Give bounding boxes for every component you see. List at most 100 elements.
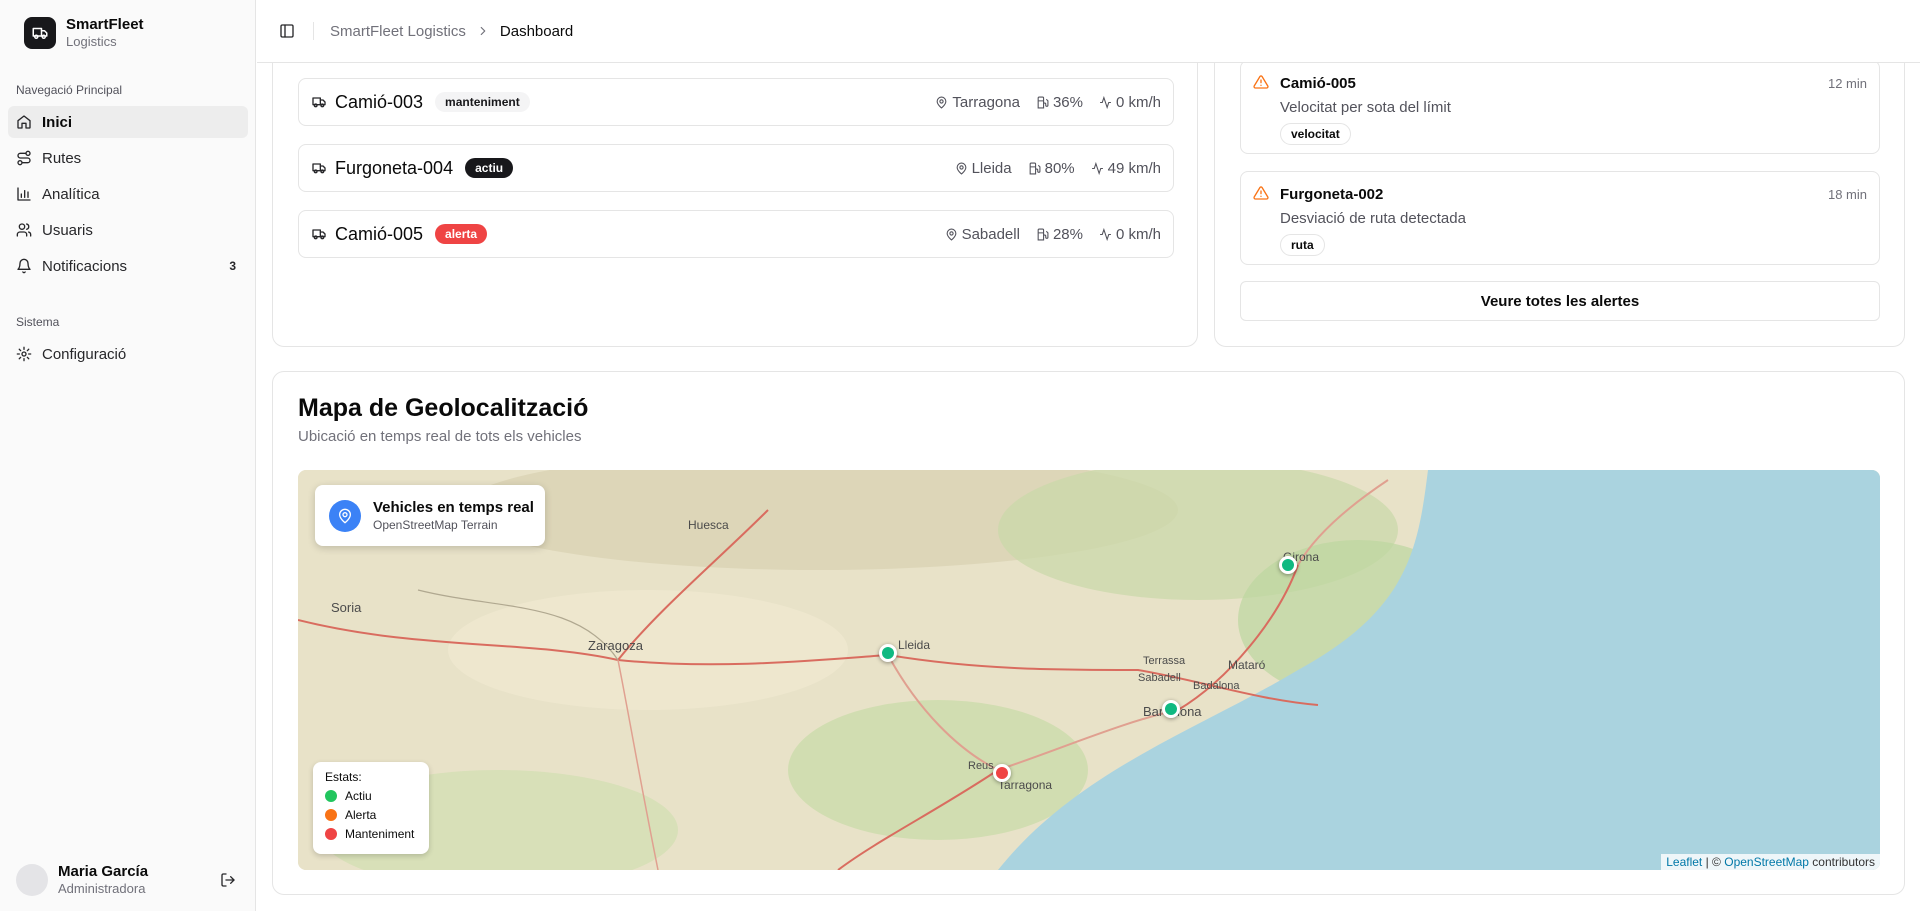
- alert-time: 12 min: [1827, 76, 1867, 91]
- vehicle-name: Furgoneta-004: [335, 157, 454, 178]
- activity-icon: [1100, 227, 1111, 241]
- legend-dot: [325, 828, 337, 840]
- brand-subtitle: Logistics: [66, 34, 117, 49]
- legend-label: Alerta: [345, 808, 377, 822]
- map-pin-icon: [946, 228, 956, 241]
- city-label: Sabadell: [1138, 672, 1181, 684]
- map-pin-icon: [937, 96, 947, 109]
- vehicle-speed: 49 km/h: [1107, 159, 1161, 177]
- vehicle-speed: 0 km/h: [1115, 93, 1161, 111]
- vehicle-location: Sabadell: [961, 225, 1020, 243]
- location-pin-icon: [329, 499, 361, 532]
- alert-title: Furgoneta-002: [1280, 186, 1384, 203]
- breadcrumb-root[interactable]: SmartFleet Logistics: [330, 23, 466, 40]
- activity-icon: [1091, 161, 1103, 175]
- vehicle-name: Camió-003: [335, 91, 424, 112]
- sidebar-item-configuracio[interactable]: Configuració: [8, 338, 248, 370]
- truck-logo-icon: [24, 16, 56, 49]
- activity-icon: [1100, 95, 1111, 109]
- legend-label: Actiu: [345, 789, 372, 803]
- truck-icon: [312, 97, 326, 108]
- map-panel-title: Vehicles en temps real: [373, 498, 534, 516]
- map-info-panel: Vehicles en temps real OpenStreetMap Ter…: [315, 485, 545, 546]
- sidebar-item-label: Configuració: [42, 345, 127, 363]
- logout-button[interactable]: [216, 868, 240, 892]
- vehicle-marker[interactable]: [879, 644, 897, 662]
- status-badge: manteniment: [435, 92, 530, 112]
- nav-group-label-system: Sistema: [16, 315, 60, 329]
- truck-icon: [312, 163, 326, 174]
- map-title: Mapa de Geolocalització: [298, 394, 589, 422]
- map-panel-subtitle: OpenStreetMap Terrain: [373, 517, 498, 532]
- sidebar-item-analitica[interactable]: Analítica: [8, 178, 248, 210]
- vehicle-fuel: 80%: [1044, 159, 1075, 177]
- sidebar-item-label: Inici: [42, 113, 73, 131]
- city-label: Soria: [331, 600, 362, 615]
- alert-item[interactable]: Camió-005 12 min Velocitat per sota del …: [1240, 60, 1880, 154]
- vehicle-location: Tarragona: [952, 93, 1020, 111]
- map-card: Mapa de Geolocalització Ubicació en temp…: [272, 371, 1905, 895]
- legend-item: Manteniment: [325, 827, 417, 841]
- legend-item: Alerta: [325, 808, 417, 822]
- top-header: SmartFleet Logistics Dashboard: [257, 0, 1920, 63]
- status-badge: alerta: [435, 224, 488, 244]
- openstreetmap-link[interactable]: OpenStreetMap: [1724, 855, 1809, 869]
- city-label: Mataró: [1228, 658, 1266, 672]
- sidebar-item-inici[interactable]: Inici: [8, 106, 248, 138]
- main-nav: Inici Rutes Analítica Usuaris Notificaci…: [8, 106, 248, 286]
- alert-description: Velocitat per sota del límit: [1280, 99, 1451, 116]
- legend-title: Estats:: [325, 770, 362, 784]
- alert-item[interactable]: Furgoneta-002 18 min Desviació de ruta d…: [1240, 171, 1880, 265]
- nav-group-label-main: Navegació Principal: [16, 83, 123, 97]
- sidebar-item-label: Rutes: [42, 149, 82, 167]
- logout-icon: [221, 873, 235, 887]
- attribution-separator: | ©: [1705, 855, 1721, 869]
- bar-chart-icon: [17, 187, 31, 201]
- vehicle-speed: 0 km/h: [1115, 225, 1161, 243]
- vehicle-row[interactable]: Furgoneta-004 actiu Lleida 80% 49 km/h: [298, 144, 1174, 192]
- vehicle-marker[interactable]: [1279, 556, 1297, 574]
- brand[interactable]: SmartFleet Logistics: [24, 16, 144, 49]
- vehicles-card: Camió-003 manteniment Tarragona 36% 0 km…: [272, 30, 1198, 347]
- alert-tag: velocitat: [1280, 123, 1351, 145]
- fuel-icon: [1037, 96, 1049, 108]
- sidebar-toggle-button[interactable]: [273, 17, 301, 45]
- geolocation-map[interactable]: Huesca Zaragoza Soria Lleida Tarragona R…: [298, 470, 1880, 870]
- vehicle-row[interactable]: Camió-005 alerta Sabadell 28% 0 km/h: [298, 210, 1174, 258]
- city-label: Badalona: [1193, 680, 1240, 692]
- vehicle-marker[interactable]: [993, 764, 1011, 782]
- system-nav: Configuració: [8, 338, 248, 374]
- users-icon: [16, 223, 32, 237]
- sidebar-item-notificacions[interactable]: Notificacions 3: [8, 250, 248, 282]
- status-badge: actiu: [465, 158, 514, 178]
- gear-icon: [16, 346, 32, 362]
- sidebar-item-usuaris[interactable]: Usuaris: [8, 214, 248, 246]
- city-label: Huesca: [688, 518, 729, 532]
- vehicle-fuel: 36%: [1052, 93, 1083, 111]
- vehicle-marker[interactable]: [1162, 700, 1180, 718]
- notification-count-badge: 3: [229, 259, 236, 273]
- alert-title: Camió-005: [1280, 75, 1356, 92]
- attribution-suffix: contributors: [1812, 855, 1875, 869]
- truck-icon: [312, 229, 326, 240]
- warning-triangle-icon: [1253, 186, 1269, 200]
- sidebar-item-label: Notificacions: [42, 257, 128, 275]
- map-pin-icon: [956, 162, 966, 175]
- sidebar: SmartFleet Logistics Navegació Principal…: [0, 0, 256, 911]
- legend-label: Manteniment: [345, 827, 415, 841]
- vehicle-row[interactable]: Camió-003 manteniment Tarragona 36% 0 km…: [298, 78, 1174, 126]
- sidebar-item-label: Analítica: [42, 185, 100, 203]
- breadcrumb: SmartFleet Logistics Dashboard: [330, 23, 573, 40]
- header-divider: [313, 22, 314, 40]
- vehicle-fuel: 28%: [1052, 225, 1083, 243]
- home-icon: [17, 115, 31, 129]
- user-profile[interactable]: Maria García Administradora: [16, 863, 240, 897]
- view-all-alerts-button[interactable]: Veure totes les alertes: [1240, 281, 1880, 321]
- legend-item: Actiu: [325, 789, 417, 803]
- city-label: Terrassa: [1143, 655, 1186, 667]
- city-label: Reus: [968, 760, 994, 772]
- bell-icon: [17, 258, 31, 274]
- sidebar-item-rutes[interactable]: Rutes: [8, 142, 248, 174]
- leaflet-link[interactable]: Leaflet: [1666, 855, 1702, 869]
- map-legend: Estats: Actiu Alerta Manteniment: [313, 762, 429, 854]
